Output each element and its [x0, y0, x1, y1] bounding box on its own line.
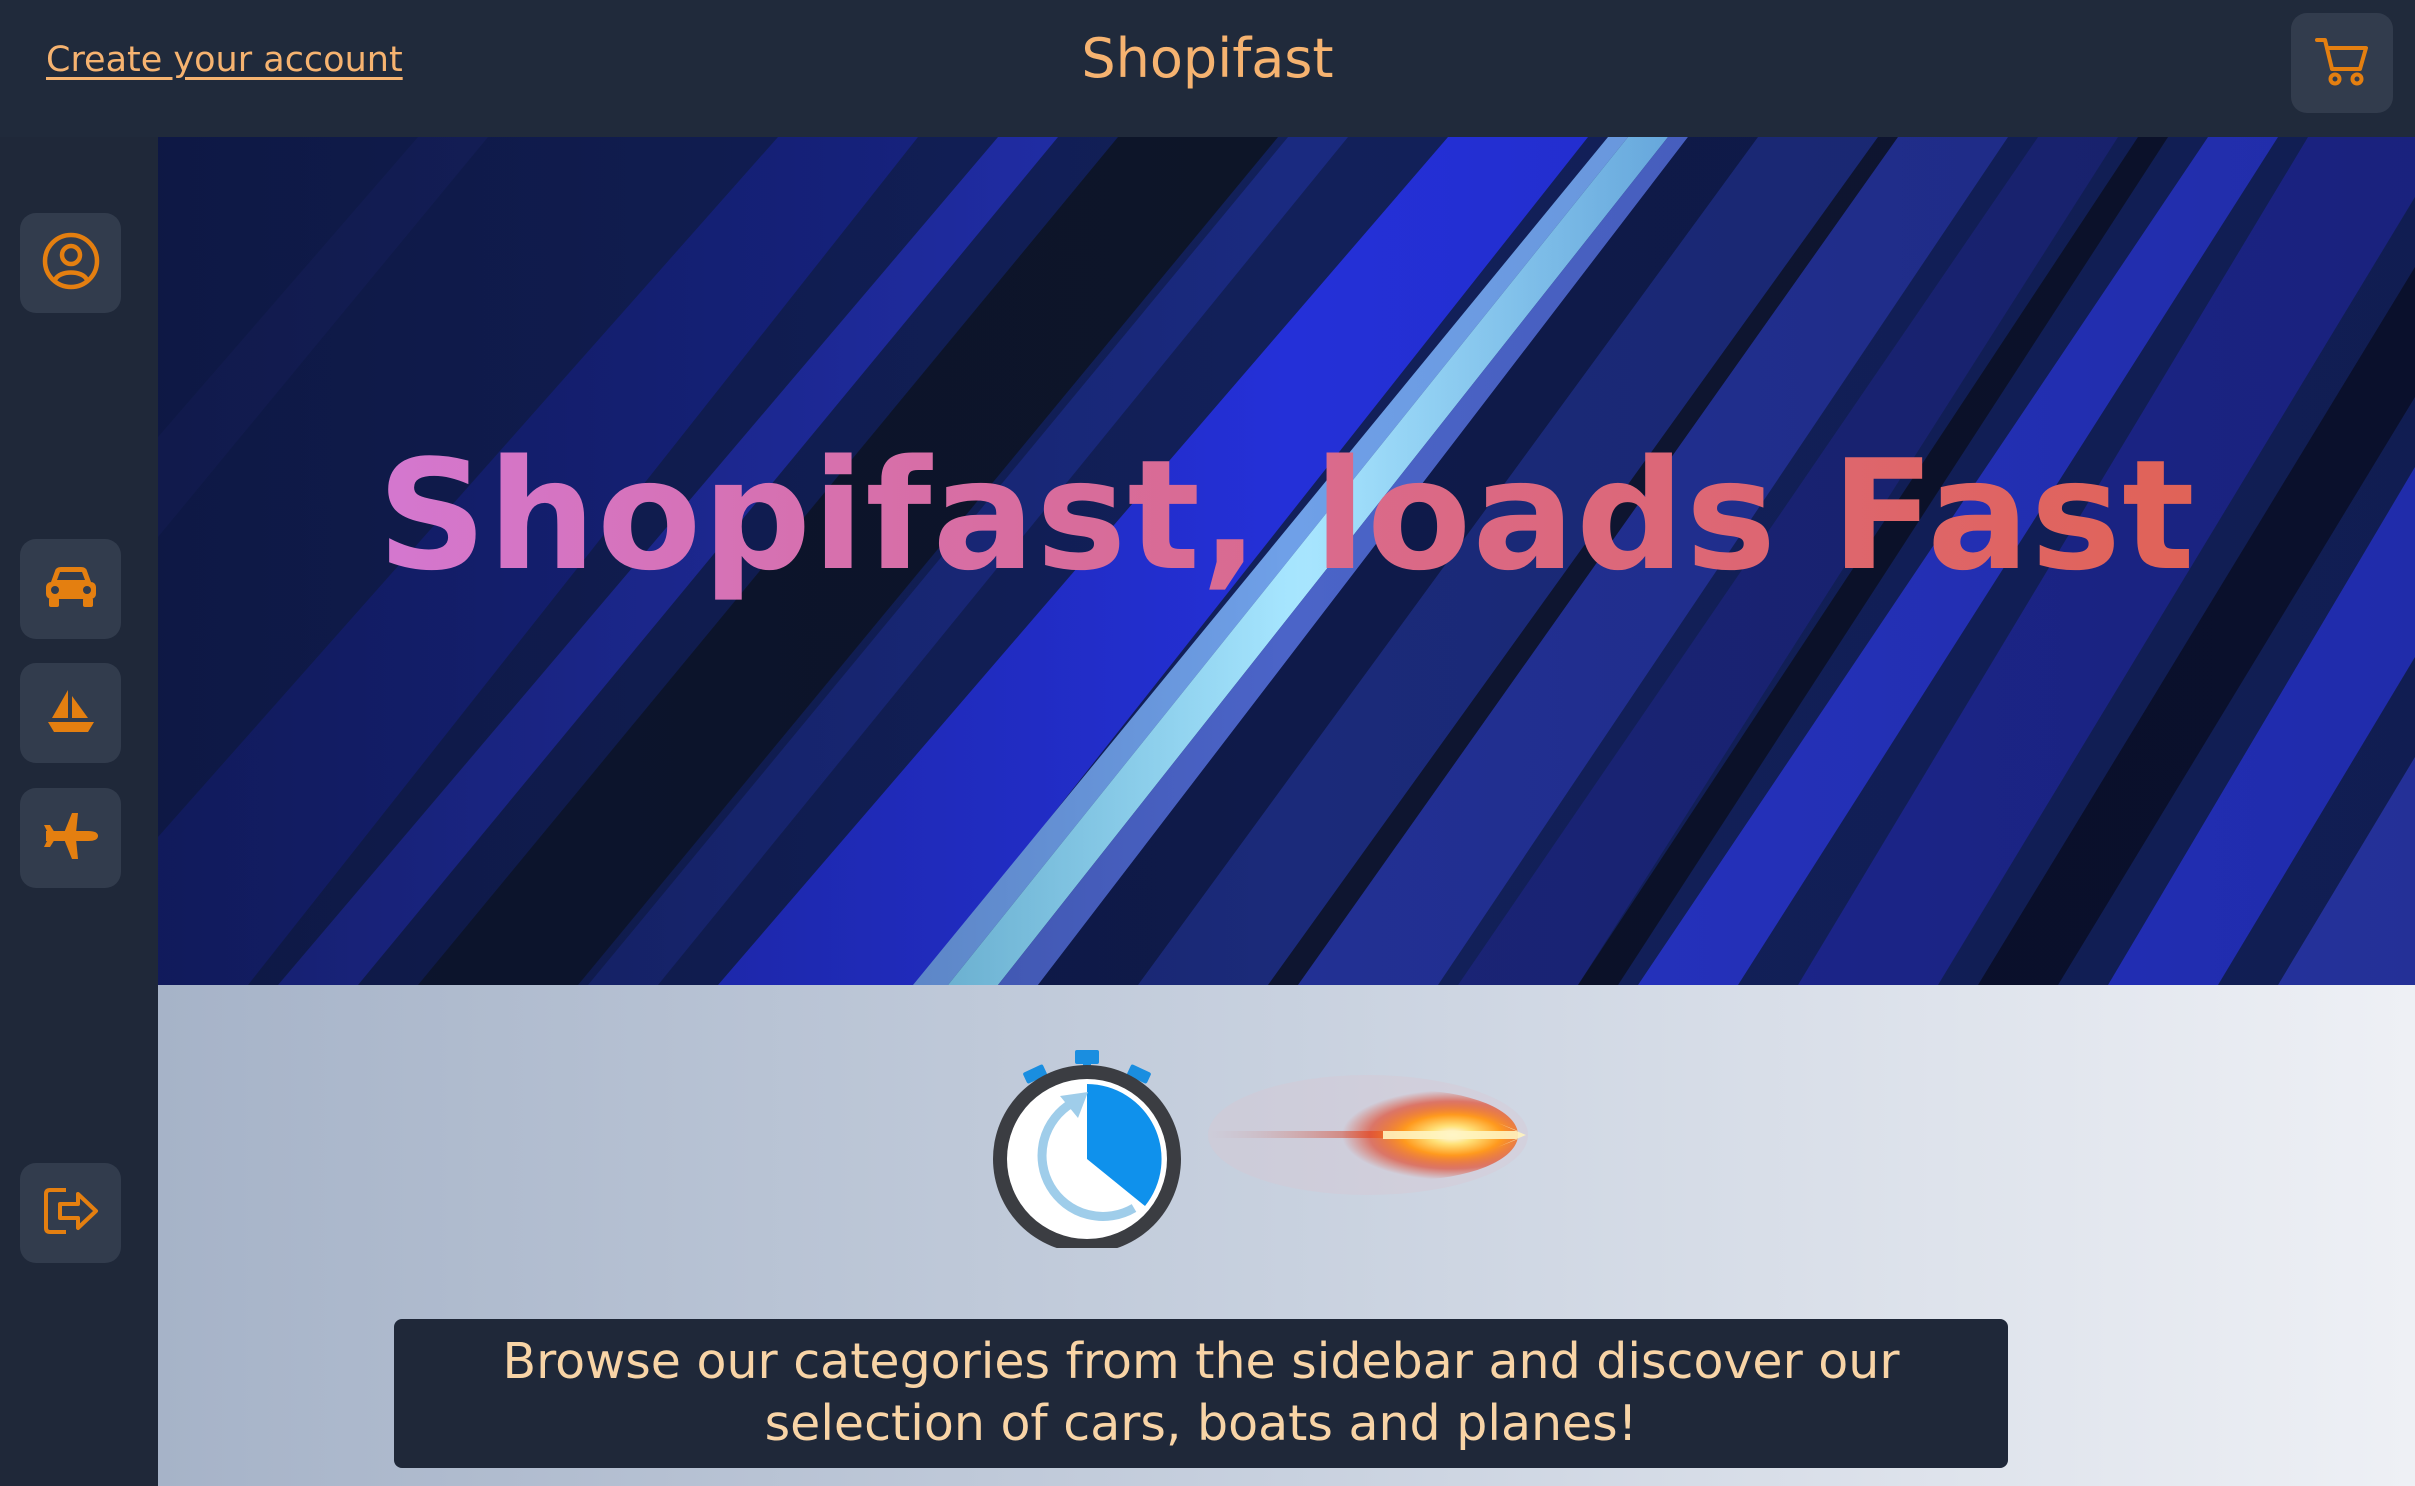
hero-title: Shopifast, loads Fast	[158, 427, 2415, 604]
stopwatch-icon	[993, 1050, 1181, 1248]
sidebar	[0, 137, 158, 1486]
car-icon	[43, 565, 99, 613]
sidebar-item-logout[interactable]	[20, 1163, 121, 1263]
hero-banner: Shopifast, loads Fast	[158, 137, 2415, 985]
cart-button[interactable]	[2291, 13, 2393, 113]
top-bar: Create your account Shopifast	[0, 0, 2415, 137]
lower-section: Browse our categories from the sidebar a…	[158, 985, 2415, 1486]
plane-icon	[42, 811, 100, 865]
sidebar-item-cars[interactable]	[20, 539, 121, 639]
cart-icon	[2314, 35, 2370, 91]
logout-icon	[42, 1186, 100, 1240]
welcome-message: Browse our categories from the sidebar a…	[394, 1319, 2008, 1468]
sidebar-item-account[interactable]	[20, 213, 121, 313]
user-circle-icon	[42, 232, 100, 294]
fireball-icon	[1208, 1075, 1528, 1195]
brand-title: Shopifast	[1081, 27, 1334, 90]
sidebar-item-boats[interactable]	[20, 663, 121, 763]
sailboat-icon	[46, 688, 96, 738]
sidebar-item-planes[interactable]	[20, 788, 121, 888]
